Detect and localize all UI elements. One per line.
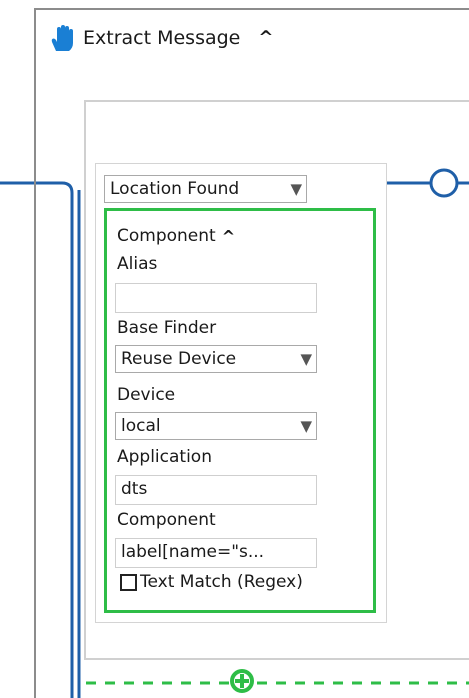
alias-input[interactable]	[115, 283, 317, 313]
component-label: Component	[117, 510, 216, 530]
device-select[interactable]: local ▼	[115, 412, 317, 440]
caret-up-icon[interactable]: ^	[222, 227, 235, 246]
alias-label: Alias	[117, 254, 158, 274]
hand-icon	[51, 25, 73, 51]
block-title: Extract Message	[83, 27, 241, 49]
application-label: Application	[117, 447, 212, 467]
base-finder-value: Reuse Device	[121, 349, 237, 369]
dropdown-arrow-icon: ▼	[300, 350, 312, 368]
device-label: Device	[117, 385, 176, 405]
block-header: Extract Message ^	[47, 24, 273, 52]
component-header: Component ^	[117, 226, 235, 246]
application-input[interactable]: dts	[115, 475, 317, 505]
dropdown-arrow-icon: ▼	[300, 417, 312, 435]
checkbox-icon[interactable]	[120, 573, 137, 591]
text-match-label: Text Match (Regex)	[140, 572, 303, 592]
component-header-label: Component	[117, 226, 216, 246]
location-dropdown[interactable]: Location Found ▼	[104, 175, 307, 203]
dropdown-arrow-icon: ▼	[290, 180, 302, 198]
location-dropdown-value: Location Found	[110, 179, 240, 199]
device-value: local	[121, 416, 161, 436]
caret-up-icon[interactable]: ^	[258, 29, 273, 47]
base-finder-select[interactable]: Reuse Device ▼	[115, 345, 317, 373]
text-match-regex-checkbox[interactable]: Text Match (Regex)	[120, 572, 303, 592]
base-finder-label: Base Finder	[117, 318, 217, 338]
flow-canvas: Extract Message ^ Location Found ▼ Compo…	[0, 0, 469, 698]
component-input[interactable]: label[name="s...	[115, 538, 317, 568]
